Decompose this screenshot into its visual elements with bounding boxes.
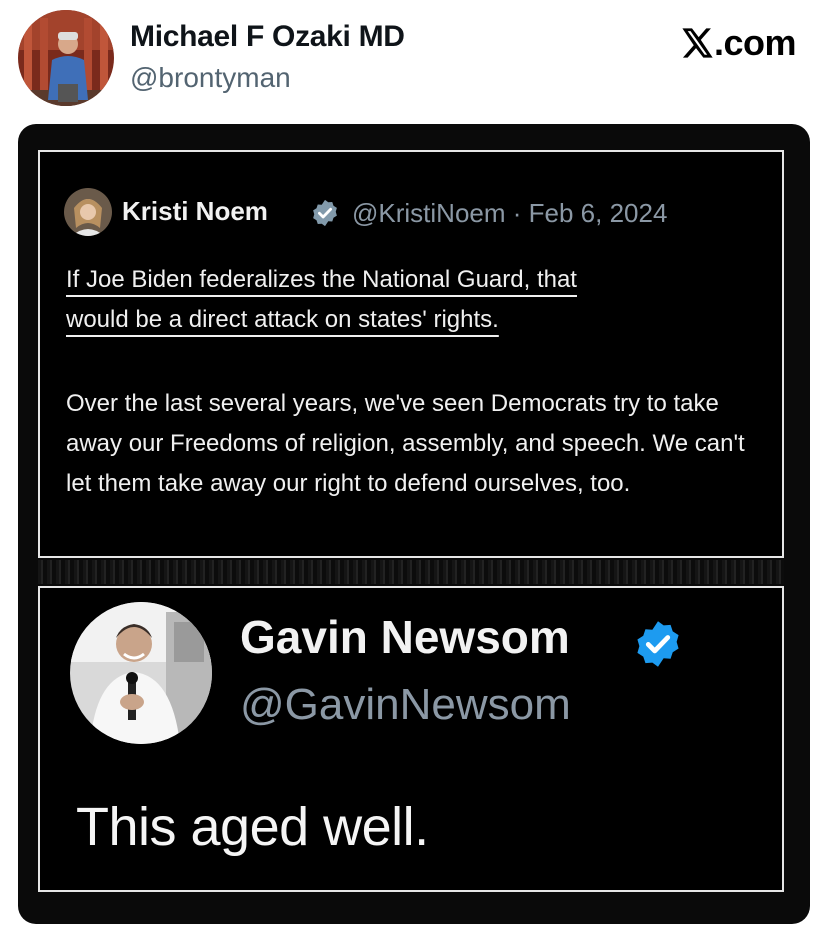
noem-line-1: If Joe Biden federalizes the National Gu… [66, 266, 577, 293]
author-avatar[interactable] [18, 10, 114, 106]
newsom-tweet-text: This aged well. [76, 797, 429, 857]
reply-tweet-panel: Gavin Newsom @GavinNewsom This aged well… [38, 586, 784, 892]
noem-name: Kristi Noem [122, 196, 268, 226]
post-header: Michael F Ozaki MD @brontyman .com [0, 0, 828, 120]
newsom-name: Gavin Newsom [240, 611, 570, 663]
quoted-tweet-panel: Kristi Noem @KristiNoem · Feb 6, 2024 If… [38, 150, 784, 558]
noem-meta: @KristiNoem · Feb 6, 2024 [352, 198, 668, 228]
brand-text: .com [713, 22, 797, 63]
brand-logo: .com [682, 22, 797, 64]
noem-underlined-text: If Joe Biden federalizes the National Gu… [66, 260, 766, 340]
verified-badge-icon [313, 199, 337, 227]
author-name[interactable]: Michael F Ozaki MD [130, 20, 405, 54]
newsom-avatar [70, 602, 212, 744]
verified-badge-icon [637, 621, 679, 667]
noem-avatar [64, 188, 112, 236]
noem-line-2: would be a direct attack on states' righ… [66, 306, 499, 333]
panel-divider [38, 560, 784, 584]
author-handle[interactable]: @brontyman [130, 62, 291, 94]
noem-paragraph-2: Over the last several years, we've seen … [66, 390, 745, 497]
post-image[interactable]: Kristi Noem @KristiNoem · Feb 6, 2024 If… [18, 124, 810, 924]
x-logo-icon [682, 28, 713, 58]
newsom-handle: @GavinNewsom [240, 680, 571, 729]
